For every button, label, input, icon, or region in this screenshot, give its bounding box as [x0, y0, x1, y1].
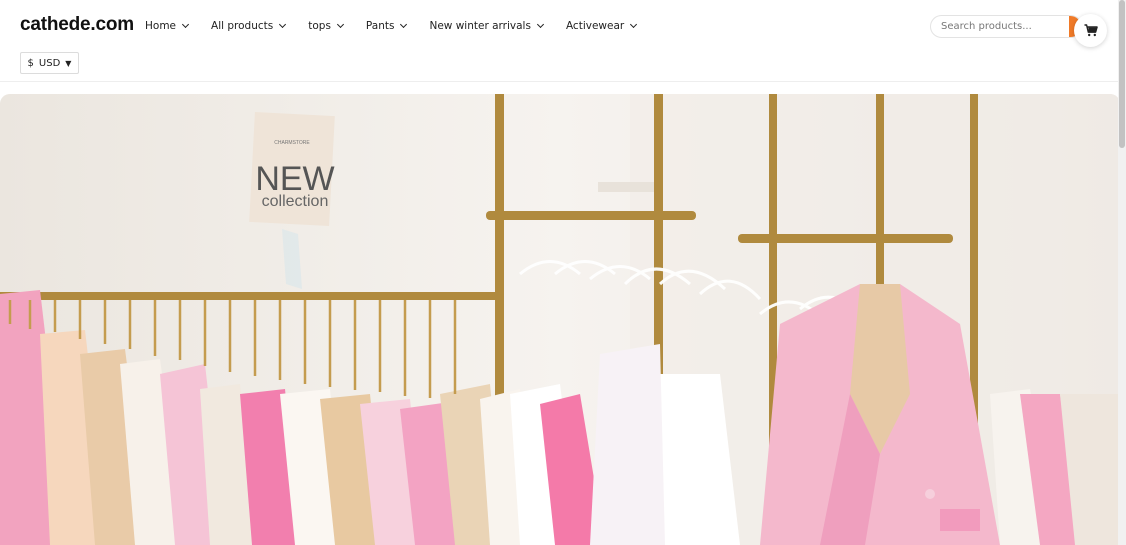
main-nav: Home All products tops Pants New winter … — [145, 20, 659, 32]
hero-image: CHARMSTORE NEW collection — [0, 94, 1120, 545]
cart-icon — [1084, 24, 1098, 37]
nav-item-label: Home — [145, 20, 177, 32]
currency-code: USD — [38, 57, 61, 69]
nav-item-label: All products — [211, 20, 274, 32]
nav-item-all-products[interactable]: All products — [211, 20, 287, 32]
chevron-down-icon — [336, 20, 344, 29]
nav-item-label: New winter arrivals — [429, 20, 531, 32]
chevron-down-icon — [400, 20, 408, 29]
nav-item-tops[interactable]: tops — [308, 20, 344, 32]
site-header: cathede.com Home All products tops Pants… — [0, 0, 1118, 82]
nav-item-label: tops — [308, 20, 331, 32]
sign-brand-text: CHARMSTORE — [274, 140, 310, 146]
nav-item-home[interactable]: Home — [145, 20, 190, 32]
white-dress — [590, 344, 740, 545]
currency-selector[interactable]: $ USD ▼ — [20, 52, 79, 74]
hero-banner[interactable]: CHARMSTORE NEW collection — [0, 94, 1120, 545]
chevron-down-icon: ▼ — [65, 58, 72, 68]
site-logo[interactable]: cathede.com — [20, 14, 134, 36]
page: cathede.com Home All products tops Pants… — [0, 0, 1126, 545]
sign-collection-text: collection — [262, 193, 329, 210]
page-scrollbar[interactable] — [1118, 0, 1126, 545]
nav-item-label: Activewear — [565, 20, 625, 32]
search-input[interactable] — [931, 16, 1061, 37]
chevron-down-icon — [181, 20, 190, 29]
currency-symbol: $ — [27, 57, 34, 69]
chevron-down-icon — [630, 20, 638, 29]
cart-button[interactable] — [1074, 14, 1107, 47]
nav-item-activewear[interactable]: Activewear — [565, 20, 638, 32]
chevron-down-icon — [536, 20, 544, 29]
scrollbar-thumb[interactable] — [1119, 0, 1125, 148]
nav-item-pants[interactable]: Pants — [365, 20, 408, 32]
nav-item-label: Pants — [365, 20, 395, 32]
search-box — [930, 15, 1082, 38]
far-right-clothes — [990, 389, 1120, 545]
nav-item-new-winter-arrivals[interactable]: New winter arrivals — [429, 20, 544, 32]
chevron-down-icon — [279, 20, 287, 29]
